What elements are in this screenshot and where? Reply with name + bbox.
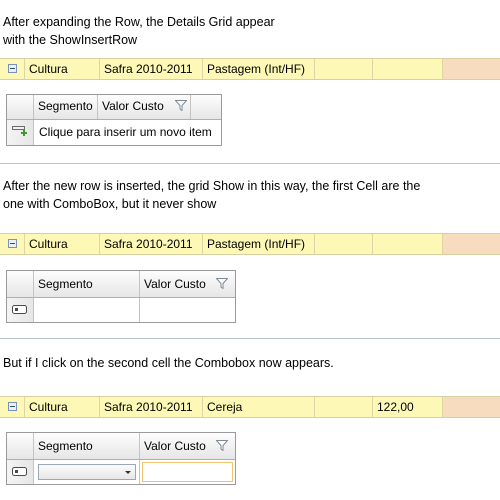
expander-cell [0,397,25,417]
column-header-valor-custo[interactable]: Valor Custo [98,95,191,119]
caption-2-line-2: one with ComboBox, but it never show [3,197,217,211]
master-cell-safra[interactable]: Safra 2010-2011 [100,59,203,79]
master-cell-empty[interactable] [315,59,373,79]
caption-2-line-1: After the new row is inserted, the grid … [3,179,421,193]
expander-cell [0,234,25,254]
cell-segmento-empty[interactable] [34,298,140,322]
cell-valor-custo [140,460,235,484]
detail-grid-3: Segmento Valor Custo [6,432,236,485]
column-header-segmento[interactable]: Segmento [34,433,140,459]
master-row-tail [443,59,500,79]
master-cell-value[interactable] [373,59,443,79]
master-cell-value[interactable]: 122,00 [373,397,443,417]
insert-row-plus-icon [12,126,27,136]
column-header-valor-custo-label: Valor Custo [102,99,164,113]
master-cell-cultura[interactable]: Cultura [25,59,100,79]
caption-2: After the new row is inserted, the grid … [3,177,420,213]
master-row-1[interactable]: Cultura Safra 2010-2011 Pastagem (Int/HF… [0,58,500,80]
master-row-tail [443,397,500,417]
grid-header: Segmento Valor Custo [7,433,235,460]
detail-grid-2: Segmento Valor Custo [6,270,236,323]
master-row-2[interactable]: Cultura Safra 2010-2011 Pastagem (Int/HF… [0,233,500,255]
header-indicator [7,271,34,297]
master-cell-empty[interactable] [315,234,373,254]
new-row-indicator [7,460,34,484]
column-header-valor-custo-label: Valor Custo [144,277,206,291]
master-cell-cultura[interactable]: Cultura [25,397,100,417]
column-header-valor-custo[interactable]: Valor Custo [140,433,235,459]
insert-row-prompt[interactable]: Clique para inserir um novo item [34,120,221,145]
header-indicator [7,433,34,459]
filter-funnel-icon[interactable] [175,100,187,111]
cell-valor-custo-empty[interactable] [140,298,235,322]
master-cell-value[interactable] [373,234,443,254]
header-indicator [7,95,34,119]
caption-3-line-1: But if I click on the second cell the Co… [3,356,334,370]
valor-custo-input[interactable] [142,462,233,482]
column-header-segmento[interactable]: Segmento [34,271,140,297]
column-header-segmento[interactable]: Segmento [34,95,98,119]
caption-1-line-1: After expanding the Row, the Details Gri… [3,15,275,29]
detail-grid-1: Segmento Valor Custo Clique para inserir… [6,94,222,146]
separator-2 [0,338,500,339]
column-header-valor-custo-label: Valor Custo [144,439,206,453]
caption-3: But if I click on the second cell the Co… [3,354,334,372]
caption-1: After expanding the Row, the Details Gri… [3,13,275,49]
segmento-combobox[interactable] [38,464,136,480]
expander-cell [0,59,25,79]
filter-funnel-icon[interactable] [216,440,228,451]
master-row-tail [443,234,500,254]
master-cell-empty[interactable] [315,397,373,417]
edit-row-indicator-icon [12,305,27,314]
edit-row-indicator-icon [12,467,27,476]
chevron-down-icon[interactable] [125,471,131,474]
new-row-indicator [7,298,34,322]
cell-segmento [34,460,140,484]
master-cell-safra[interactable]: Safra 2010-2011 [100,397,203,417]
master-cell-cultura[interactable]: Cultura [25,234,100,254]
insert-row-indicator [7,120,34,145]
caption-1-line-2: with the ShowInsertRow [3,33,138,47]
master-cell-cultivar[interactable]: Cereja [203,397,315,417]
master-cell-cultivar[interactable]: Pastagem (Int/HF) [203,234,315,254]
column-header-valor-custo[interactable]: Valor Custo [140,271,235,297]
separator-1 [0,163,500,164]
filter-funnel-icon[interactable] [216,278,228,289]
master-cell-cultivar[interactable]: Pastagem (Int/HF) [203,59,315,79]
master-row-3[interactable]: Cultura Safra 2010-2011 Cereja 122,00 [0,396,500,418]
grid-header: Segmento Valor Custo [7,95,221,120]
master-cell-safra[interactable]: Safra 2010-2011 [100,234,203,254]
grid-header: Segmento Valor Custo [7,271,235,298]
